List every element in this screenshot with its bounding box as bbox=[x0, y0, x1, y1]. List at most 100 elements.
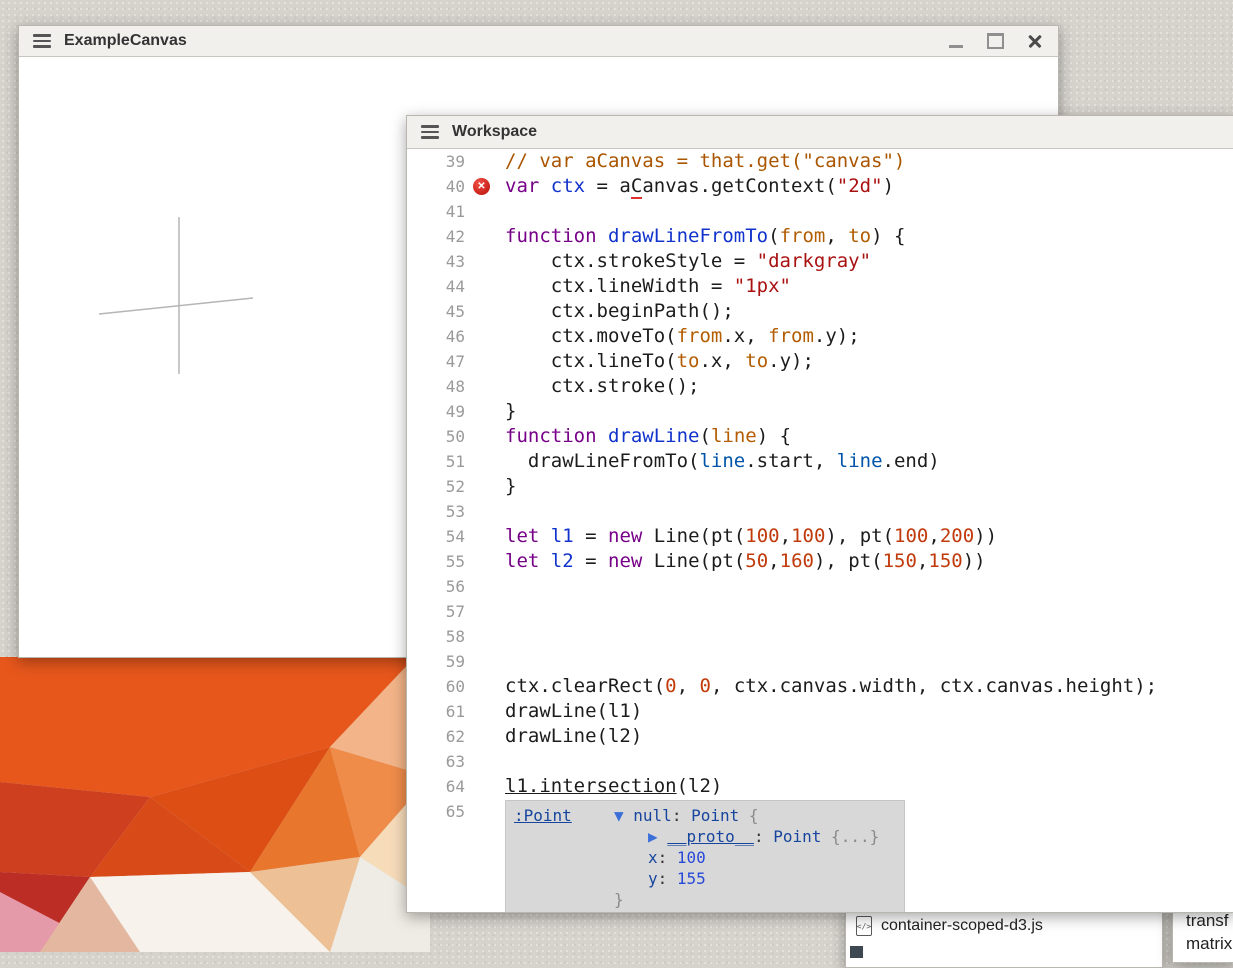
window-menu-icon[interactable] bbox=[33, 34, 51, 48]
code-line[interactable]: 51 drawLineFromTo(line.start, line.end) bbox=[407, 449, 1233, 474]
code-token: line bbox=[837, 450, 883, 472]
gutter-marker bbox=[465, 774, 505, 799]
expand-toggle-icon[interactable]: ▶ bbox=[648, 827, 658, 846]
gutter-marker bbox=[465, 274, 505, 299]
code-token: to bbox=[677, 350, 700, 372]
gutter-marker bbox=[465, 149, 505, 174]
maximize-button[interactable] bbox=[987, 33, 1004, 49]
code-line[interactable]: 42function drawLineFromTo(from, to) { bbox=[407, 224, 1233, 249]
code-line[interactable]: 64l1.intersection(l2) bbox=[407, 774, 1233, 799]
code-token: "1px" bbox=[734, 275, 791, 297]
minimize-button[interactable] bbox=[949, 45, 963, 48]
object-tree-token: } bbox=[614, 890, 624, 909]
code-line[interactable]: 63 bbox=[407, 749, 1233, 774]
gutter-marker bbox=[465, 449, 505, 474]
gutter-marker bbox=[465, 749, 505, 774]
code-token: function bbox=[505, 425, 597, 447]
gutter-marker bbox=[465, 474, 505, 499]
code-token: from bbox=[677, 325, 723, 347]
code-token: drawLineFromTo( bbox=[505, 450, 699, 472]
code-token: drawLine(l1) bbox=[505, 700, 642, 722]
gutter-marker bbox=[465, 499, 505, 524]
line-number: 56 bbox=[407, 574, 465, 599]
code-token: function bbox=[505, 225, 597, 247]
object-tree-row: ▼ null: Point { bbox=[614, 805, 896, 826]
code-token: var bbox=[505, 175, 539, 197]
code-line[interactable]: 58 bbox=[407, 624, 1233, 649]
code-line[interactable]: 62drawLine(l2) bbox=[407, 724, 1233, 749]
object-tree-token: __proto__ bbox=[667, 827, 754, 846]
line-number: 39 bbox=[407, 149, 465, 174]
code-token: 100 bbox=[894, 525, 928, 547]
code-token: from bbox=[780, 225, 826, 247]
code-token: ctx.clearRect( bbox=[505, 675, 665, 697]
window-menu-icon[interactable] bbox=[421, 125, 439, 139]
line-number: 41 bbox=[407, 199, 465, 224]
code-text: ctx.lineTo(to.x, to.y); bbox=[505, 349, 814, 374]
code-text: ctx.lineWidth = "1px" bbox=[505, 274, 791, 299]
inspection-widget: :Point▼ null: Point {▶ __proto__: Point … bbox=[505, 800, 905, 912]
result-type-link[interactable]: :Point bbox=[514, 805, 614, 910]
code-token: line bbox=[711, 425, 757, 447]
code-line[interactable]: 57 bbox=[407, 599, 1233, 624]
code-line[interactable]: 59 bbox=[407, 649, 1233, 674]
code-token: new bbox=[608, 525, 642, 547]
line-number: 40 bbox=[407, 174, 465, 199]
workspace-titlebar[interactable]: Workspace bbox=[407, 116, 1233, 149]
code-token bbox=[539, 175, 550, 197]
code-line[interactable]: 54let l1 = new Line(pt(100,100), pt(100,… bbox=[407, 524, 1233, 549]
line-number: 45 bbox=[407, 299, 465, 324]
file-name: container-scoped-d3.js bbox=[881, 917, 1043, 935]
code-token: // var aCanvas = that.get("canvas") bbox=[505, 150, 905, 172]
file-list-item[interactable]: </> container-scoped-d3.js bbox=[856, 916, 1152, 936]
code-token: ), pt( bbox=[814, 550, 883, 572]
file-list-window: </> container-scoped-d3.js bbox=[845, 908, 1163, 968]
code-line[interactable]: 55let l2 = new Line(pt(50,160), pt(150,1… bbox=[407, 549, 1233, 574]
code-line[interactable]: 44 ctx.lineWidth = "1px" bbox=[407, 274, 1233, 299]
code-line[interactable]: 43 ctx.strokeStyle = "darkgray" bbox=[407, 249, 1233, 274]
code-token: 0 bbox=[665, 675, 676, 697]
line-number: 60 bbox=[407, 674, 465, 699]
code-token: , bbox=[917, 550, 928, 572]
error-badge-icon[interactable]: ✕ bbox=[473, 178, 490, 195]
code-line[interactable]: 40 ✕ var ctx = aCanvas.getContext("2d") bbox=[407, 174, 1233, 199]
code-token: drawLine(l2) bbox=[505, 725, 642, 747]
code-line[interactable]: 45 ctx.beginPath(); bbox=[407, 299, 1233, 324]
code-line[interactable]: 46 ctx.moveTo(from.x, from.y); bbox=[407, 324, 1233, 349]
code-line[interactable]: 47 ctx.lineTo(to.x, to.y); bbox=[407, 349, 1233, 374]
partial-item-icon bbox=[850, 946, 863, 958]
code-line[interactable]: 61drawLine(l1) bbox=[407, 699, 1233, 724]
object-tree-token: Point bbox=[773, 827, 821, 846]
code-line[interactable]: 41 bbox=[407, 199, 1233, 224]
code-line[interactable]: 49} bbox=[407, 399, 1233, 424]
code-line[interactable]: 50function drawLine(line) { bbox=[407, 424, 1233, 449]
gutter-marker bbox=[465, 249, 505, 274]
code-token: .x, bbox=[722, 325, 768, 347]
gutter-marker bbox=[465, 524, 505, 549]
code-line[interactable]: 48 ctx.stroke(); bbox=[407, 374, 1233, 399]
code-token: ) { bbox=[871, 225, 905, 247]
expand-toggle-icon[interactable]: ▼ bbox=[614, 806, 624, 825]
gutter-marker bbox=[465, 399, 505, 424]
gutter-marker bbox=[465, 224, 505, 249]
object-tree-token: 100 bbox=[677, 848, 706, 867]
code-token: ) bbox=[883, 175, 894, 197]
code-line[interactable]: 53 bbox=[407, 499, 1233, 524]
object-tree: ▼ null: Point {▶ __proto__: Point {...}x… bbox=[614, 805, 896, 910]
code-token: , bbox=[825, 225, 848, 247]
code-text: var ctx = aCanvas.getContext("2d") bbox=[505, 174, 894, 199]
code-line[interactable]: 39 // var aCanvas = that.get("canvas") bbox=[407, 149, 1233, 174]
close-button[interactable] bbox=[1028, 34, 1042, 48]
code-token: .start, bbox=[745, 450, 837, 472]
code-line[interactable]: 56 bbox=[407, 574, 1233, 599]
code-token: ctx.lineTo( bbox=[505, 350, 677, 372]
code-token: l1 bbox=[551, 525, 574, 547]
example-canvas-titlebar[interactable]: ExampleCanvas bbox=[19, 26, 1058, 57]
code-line[interactable]: 60ctx.clearRect(0, 0, ctx.canvas.width, … bbox=[407, 674, 1233, 699]
code-token: 150 bbox=[928, 550, 962, 572]
code-editor[interactable]: 39 // var aCanvas = that.get("canvas") 40 ✕… bbox=[407, 149, 1233, 912]
code-line[interactable]: 65:Point▼ null: Point {▶ __proto__: Poin… bbox=[407, 799, 1233, 912]
code-line[interactable]: 52} bbox=[407, 474, 1233, 499]
code-text: function drawLine(line) { bbox=[505, 424, 791, 449]
code-token: ( bbox=[699, 425, 710, 447]
